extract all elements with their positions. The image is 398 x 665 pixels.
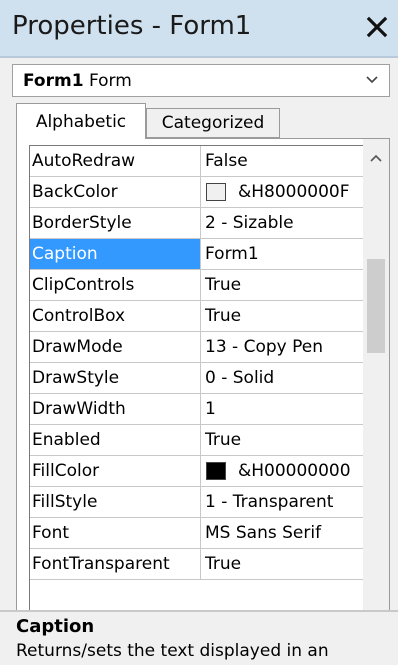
property-row[interactable]: DrawWidth 1	[30, 394, 378, 425]
property-name[interactable]: AutoRedraw	[30, 146, 201, 176]
property-value[interactable]: MS Sans Serif	[202, 518, 378, 548]
property-value[interactable]: 13 - Copy Pen	[202, 332, 378, 362]
property-value[interactable]: 2 - Sizable	[202, 208, 378, 238]
property-name[interactable]: DrawWidth	[30, 394, 201, 424]
scrollbar-thumb[interactable]	[367, 259, 385, 353]
property-row[interactable]: DrawMode 13 - Copy Pen	[30, 332, 378, 363]
properties-panel: Form1 Form Alphabetic Categorized AutoRe…	[0, 58, 398, 656]
scroll-up-arrow-icon	[370, 154, 382, 162]
property-name[interactable]: FillStyle	[30, 487, 201, 517]
property-name[interactable]: DrawMode	[30, 332, 201, 362]
property-name[interactable]: FillColor	[30, 456, 201, 486]
tab-alphabetic[interactable]: Alphabetic	[16, 103, 146, 139]
vertical-scrollbar[interactable]	[363, 139, 389, 651]
property-value[interactable]: 1	[202, 394, 378, 424]
property-value[interactable]: False	[202, 146, 378, 176]
property-value[interactable]: True	[202, 425, 378, 455]
object-name: Form1	[23, 71, 84, 91]
property-name[interactable]: Caption	[30, 239, 201, 269]
property-value[interactable]: &H00000000	[202, 456, 378, 486]
property-name[interactable]: BorderStyle	[30, 208, 201, 238]
color-value: &H00000000	[238, 461, 351, 481]
color-swatch	[206, 462, 226, 480]
property-value[interactable]: True	[202, 301, 378, 331]
close-icon	[366, 16, 388, 38]
title-bar: Properties - Form1	[0, 0, 398, 56]
scroll-up-button[interactable]	[363, 145, 389, 171]
property-value[interactable]: 0 - Solid	[202, 363, 378, 393]
property-name[interactable]: DrawStyle	[30, 363, 201, 393]
property-value[interactable]: True	[202, 270, 378, 300]
description-text: Returns/sets the text displayed in an	[16, 641, 329, 661]
property-row[interactable]: FillColor &H00000000	[30, 456, 378, 487]
property-row[interactable]: AutoRedraw False	[30, 146, 378, 177]
property-value[interactable]: True	[202, 549, 378, 579]
property-grid-frame: AutoRedraw False BackColor &H8000000F Border…	[16, 138, 390, 656]
property-grid: AutoRedraw False BackColor &H8000000F Border…	[29, 145, 378, 654]
object-type: Form	[88, 71, 132, 91]
property-row[interactable]: DrawStyle 0 - Solid	[30, 363, 378, 394]
property-name[interactable]: ControlBox	[30, 301, 201, 331]
property-row[interactable]: FontTransparent True	[30, 549, 378, 580]
property-name[interactable]: Font	[30, 518, 201, 548]
window-title: Properties - Form1	[12, 11, 252, 41]
description-pane: Caption Returns/sets the text displayed …	[0, 612, 398, 665]
tab-categorized[interactable]: Categorized	[146, 108, 280, 138]
property-row[interactable]: FillStyle 1 - Transparent	[30, 487, 378, 518]
property-name[interactable]: FontTransparent	[30, 549, 201, 579]
property-name[interactable]: ClipControls	[30, 270, 201, 300]
object-selector[interactable]: Form1 Form	[12, 64, 390, 97]
color-swatch	[206, 183, 226, 201]
property-row[interactable]: ControlBox True	[30, 301, 378, 332]
property-value[interactable]: &H8000000F	[202, 177, 378, 207]
property-row[interactable]: ClipControls True	[30, 270, 378, 301]
property-row[interactable]: Font MS Sans Serif	[30, 518, 378, 549]
color-value: &H8000000F	[238, 182, 350, 202]
property-name[interactable]: BackColor	[30, 177, 201, 207]
property-row[interactable]: BorderStyle 2 - Sizable	[30, 208, 378, 239]
description-title: Caption	[16, 616, 95, 637]
property-row[interactable]: Caption Form1	[30, 239, 378, 270]
property-value[interactable]: Form1	[202, 239, 378, 269]
property-row[interactable]: BackColor &H8000000F	[30, 177, 378, 208]
property-value[interactable]: 1 - Transparent	[202, 487, 378, 517]
close-button[interactable]	[362, 8, 392, 46]
property-name[interactable]: Enabled	[30, 425, 201, 455]
chevron-down-icon[interactable]	[365, 75, 379, 85]
property-row[interactable]: Enabled True	[30, 425, 378, 456]
